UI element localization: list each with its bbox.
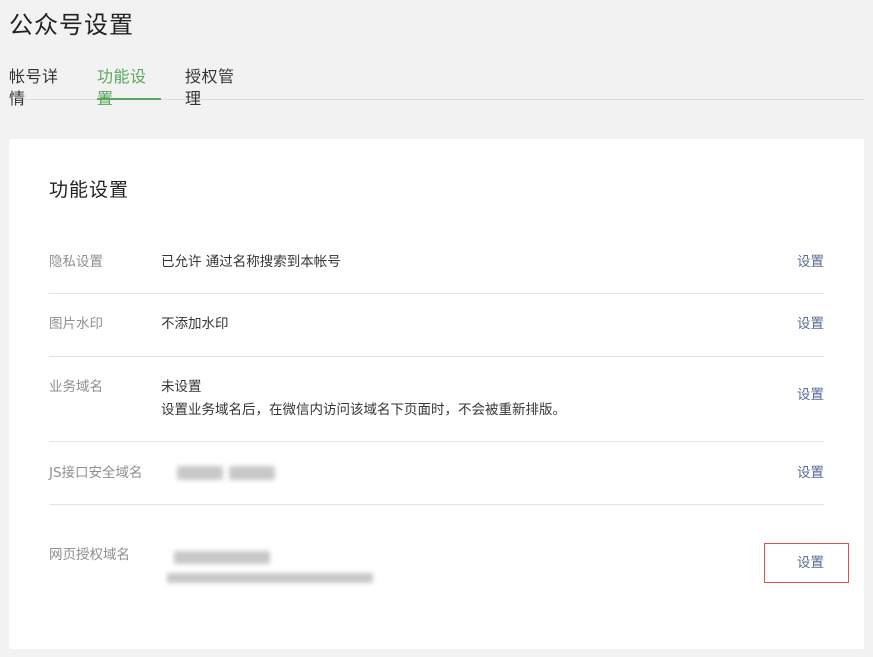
- page: 公众号设置 帐号详情 功能设置 授权管理 功能设置 隐私设置 已允许 通过名称搜…: [0, 0, 873, 657]
- privacy-settings-button[interactable]: 设置: [797, 250, 824, 274]
- setting-hint-business-domain: 设置业务域名后，在微信内访问该域名下页面时，不会被重新排版。: [161, 402, 566, 418]
- card-title: 功能设置: [49, 179, 130, 201]
- redacted-domain-image: [167, 573, 373, 583]
- tab-bar: 帐号详情 功能设置 授权管理: [9, 66, 864, 108]
- setting-row-js-domain: JS接口安全域名 设置: [49, 442, 824, 505]
- highlight-annotation-box: [764, 543, 849, 583]
- setting-value-privacy: 已允许 通过名称搜索到本帐号: [161, 254, 341, 270]
- page-title: 公众号设置: [9, 11, 134, 39]
- redacted-domain-image: [229, 466, 275, 480]
- tab-authorization-management[interactable]: 授权管理: [185, 66, 249, 108]
- tab-feature-settings[interactable]: 功能设置: [97, 66, 161, 108]
- setting-row-business-domain: 业务域名 未设置 设置业务域名后，在微信内访问该域名下页面时，不会被重新排版。 …: [49, 357, 824, 442]
- setting-label-business-domain: 业务域名: [49, 379, 103, 395]
- setting-value-business-domain: 未设置: [161, 379, 202, 395]
- setting-label-watermark: 图片水印: [49, 316, 103, 332]
- business-domain-settings-button[interactable]: 设置: [797, 383, 824, 407]
- setting-label-js-domain: JS接口安全域名: [49, 465, 143, 481]
- setting-row-web-auth-domain: 网页授权域名 设置: [49, 505, 824, 595]
- setting-row-privacy: 隐私设置 已允许 通过名称搜索到本帐号 设置: [49, 239, 824, 294]
- redacted-domain-image: [174, 551, 270, 564]
- setting-label-privacy: 隐私设置: [49, 254, 103, 270]
- setting-label-web-auth-domain: 网页授权域名: [49, 547, 130, 563]
- feature-settings-card: 功能设置 隐私设置 已允许 通过名称搜索到本帐号 设置 图片水印 不添加水印 设…: [9, 139, 864, 649]
- setting-value-watermark: 不添加水印: [161, 316, 229, 332]
- setting-row-watermark: 图片水印 不添加水印 设置: [49, 294, 824, 357]
- watermark-settings-button[interactable]: 设置: [797, 312, 824, 336]
- redacted-domain-image: [177, 466, 223, 480]
- tab-account-details[interactable]: 帐号详情: [9, 66, 73, 108]
- js-domain-settings-button[interactable]: 设置: [797, 461, 824, 485]
